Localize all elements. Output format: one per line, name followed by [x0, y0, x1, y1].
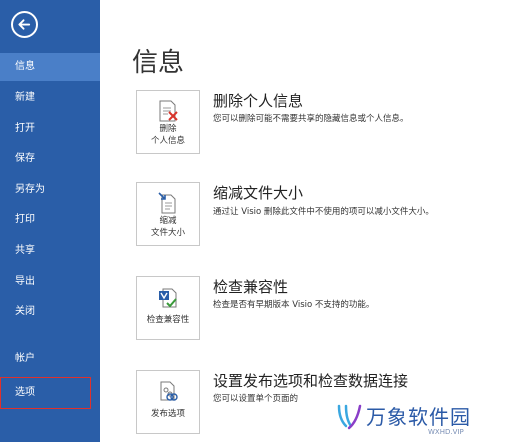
check-compatibility-icon: [159, 288, 177, 308]
reduce-file-size-icon: [158, 192, 176, 214]
publish-options-button[interactable]: 发布选项: [136, 370, 200, 434]
reduce-file-size-button[interactable]: 缩减 文件大小: [136, 182, 200, 246]
page-title: 信息: [132, 48, 185, 78]
button-label: 检查兼容性: [146, 315, 190, 325]
section-description: 您可以设置单个页面的: [213, 394, 299, 404]
nav-item-options[interactable]: 选项: [0, 377, 91, 409]
nav-item-save[interactable]: 保存: [0, 145, 100, 173]
nav-item-print[interactable]: 打印: [0, 206, 100, 234]
publish-options-icon: [160, 381, 178, 401]
section-title: 删除个人信息: [213, 92, 304, 110]
section-title: 设置发布选项和检查数据连接: [213, 372, 409, 390]
nav-item-close[interactable]: 关闭: [0, 298, 100, 326]
section-title: 检查兼容性: [213, 278, 289, 296]
button-label: 删除: [159, 124, 177, 134]
button-label: 个人信息: [150, 136, 185, 146]
nav-item-new[interactable]: 新建: [0, 84, 100, 112]
section-description: 您可以删除可能不需要共享的隐藏信息或个人信息。: [213, 114, 409, 124]
button-label: 缩减: [159, 216, 177, 226]
remove-personal-info-icon: [159, 100, 178, 122]
arrow-left-icon: [18, 19, 31, 30]
check-compatibility-button[interactable]: 检查兼容性: [136, 276, 200, 340]
backstage-sidebar: 信息 新建 打开 保存 另存为 打印 共享 导出 关闭 帐户 选项: [0, 0, 100, 442]
button-label: 文件大小: [150, 228, 185, 238]
section-description: 通过让 Visio 删除此文件中不使用的项可以减小文件大小。: [213, 207, 434, 217]
back-button[interactable]: [11, 11, 38, 38]
nav-item-info[interactable]: 信息: [0, 53, 100, 81]
watermark-subtext: WXHD.VIP: [428, 428, 464, 436]
nav-item-export[interactable]: 导出: [0, 268, 100, 296]
watermark-text: 万象软件园: [366, 405, 471, 429]
section-title: 缩减文件大小: [213, 184, 304, 202]
nav-item-share[interactable]: 共享: [0, 237, 100, 265]
section-description: 检查是否有早期版本 Visio 不支持的功能。: [213, 300, 375, 310]
info-panel: 信息 删除 个人信息 删除个人信息 您可以删除可能不需要共享的隐藏信息或个人信息…: [100, 0, 508, 442]
nav-item-save-as[interactable]: 另存为: [0, 176, 100, 204]
button-label: 发布选项: [150, 409, 185, 419]
nav-item-account[interactable]: 帐户: [0, 345, 100, 373]
nav-item-open[interactable]: 打开: [0, 115, 100, 143]
watermark-logo-icon: [337, 404, 362, 430]
remove-personal-info-button[interactable]: 删除 个人信息: [136, 90, 200, 154]
